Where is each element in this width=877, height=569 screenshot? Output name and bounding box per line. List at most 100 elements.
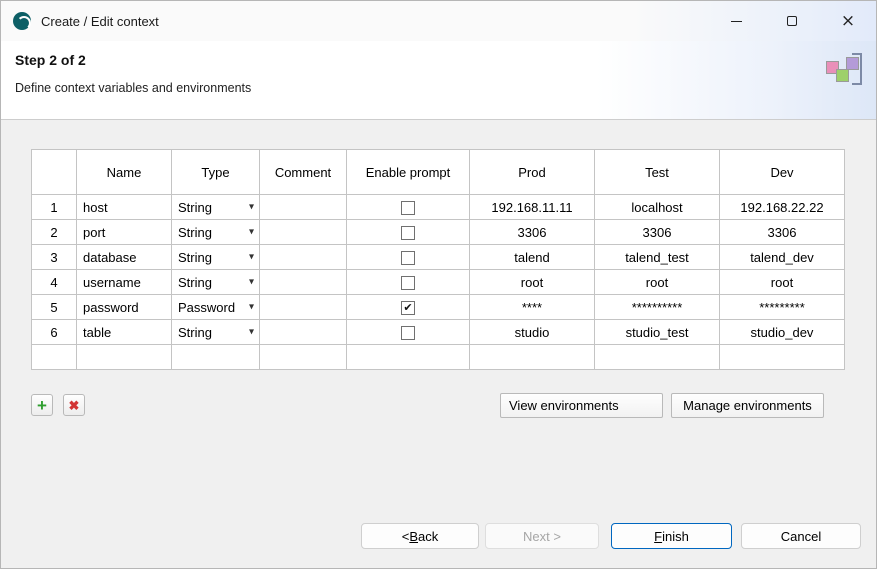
prod-value-cell[interactable]	[470, 345, 595, 370]
chevron-down-icon[interactable]: ▾	[249, 252, 254, 263]
prod-value-cell[interactable]: root	[470, 270, 595, 295]
chevron-down-icon[interactable]: ▾	[249, 302, 254, 313]
chevron-down-icon[interactable]: ▾	[249, 277, 254, 288]
type-dropdown-cell[interactable]: String ▾	[172, 245, 260, 270]
chevron-down-icon[interactable]: ▾	[249, 202, 254, 213]
window-controls: ×	[708, 1, 876, 41]
dev-value-cell[interactable]: talend_dev	[720, 245, 845, 270]
comment-cell[interactable]	[260, 220, 347, 245]
table-header-row: Name Type Comment Enable prompt Prod Tes…	[32, 150, 845, 195]
title-bar: Create / Edit context ×	[1, 1, 876, 41]
maximize-icon	[787, 16, 797, 26]
variable-name-cell[interactable]: port	[77, 220, 172, 245]
minimize-icon	[731, 21, 742, 22]
step-subtitle: Define context variables and environment…	[15, 81, 251, 95]
test-value-cell[interactable]	[595, 345, 720, 370]
enable-prompt-cell	[347, 220, 470, 245]
dev-value-cell[interactable]: studio_dev	[720, 320, 845, 345]
chevron-down-icon[interactable]: ▾	[249, 327, 254, 338]
manage-environments-button[interactable]: Manage environments	[671, 393, 824, 418]
test-value-cell[interactable]: **********	[595, 295, 720, 320]
prod-value-cell[interactable]: 192.168.11.11	[470, 195, 595, 220]
close-icon: ×	[841, 13, 855, 30]
prod-value-cell[interactable]: studio	[470, 320, 595, 345]
maximize-button[interactable]	[764, 1, 820, 41]
close-button[interactable]: ×	[820, 1, 876, 41]
variable-name-cell[interactable]: table	[77, 320, 172, 345]
row-number-cell: 2	[32, 220, 77, 245]
app-icon	[13, 12, 31, 30]
prod-value-cell[interactable]: ****	[470, 295, 595, 320]
enable-prompt-cell	[347, 195, 470, 220]
minimize-button[interactable]	[708, 1, 764, 41]
variable-name-cell[interactable]: host	[77, 195, 172, 220]
dev-value-cell[interactable]: 3306	[720, 220, 845, 245]
enable-prompt-checkbox[interactable]: ✔	[401, 301, 415, 315]
enable-prompt-checkbox[interactable]	[401, 251, 415, 265]
back-button[interactable]: < Back	[361, 523, 479, 549]
type-dropdown-cell[interactable]: String▾	[172, 195, 260, 220]
variable-name-cell[interactable]: database	[77, 245, 172, 270]
variable-name-cell[interactable]: username	[77, 270, 172, 295]
table-row: 2portString▾330633063306	[32, 220, 845, 245]
comment-cell[interactable]	[260, 320, 347, 345]
enable-prompt-checkbox[interactable]	[401, 226, 415, 240]
dev-value-cell[interactable]: 192.168.22.22	[720, 195, 845, 220]
row-number-cell: 3	[32, 245, 77, 270]
type-value: Password	[178, 300, 235, 315]
test-value-cell[interactable]: root	[595, 270, 720, 295]
dev-value-cell[interactable]: root	[720, 270, 845, 295]
enable-prompt-cell	[347, 270, 470, 295]
column-header-type: Type	[172, 150, 260, 195]
step-title: Step 2 of 2	[15, 52, 86, 68]
enable-prompt-cell	[347, 245, 470, 270]
next-button[interactable]: Next >	[485, 523, 599, 549]
window-title: Create / Edit context	[41, 14, 159, 29]
type-value: String	[178, 325, 212, 340]
comment-cell[interactable]	[260, 195, 347, 220]
context-variables-icon	[824, 51, 862, 89]
type-value: String	[178, 250, 212, 265]
test-value-cell[interactable]: localhost	[595, 195, 720, 220]
test-value-cell[interactable]: studio_test	[595, 320, 720, 345]
row-number-cell: 6	[32, 320, 77, 345]
type-dropdown-cell[interactable]: String ▾	[172, 320, 260, 345]
variable-name-cell[interactable]	[77, 345, 172, 370]
comment-cell[interactable]	[260, 345, 347, 370]
wizard-header: Step 2 of 2 Define context variables and…	[1, 41, 876, 120]
enable-prompt-checkbox[interactable]	[401, 276, 415, 290]
cancel-button[interactable]: Cancel	[741, 523, 861, 549]
table-row: 1hostString▾ 192.168.11.11localhost192.16…	[32, 195, 845, 220]
column-header-enable-prompt: Enable prompt	[347, 150, 470, 195]
type-dropdown-cell[interactable]: String▾	[172, 220, 260, 245]
dev-value-cell[interactable]	[720, 345, 845, 370]
test-value-cell[interactable]: talend_test	[595, 245, 720, 270]
dev-value-cell[interactable]: *********	[720, 295, 845, 320]
prod-value-cell[interactable]: 3306	[470, 220, 595, 245]
column-header-dev: Dev	[720, 150, 845, 195]
table-row	[32, 345, 845, 370]
type-value: String	[178, 275, 212, 290]
table-row: 4usernameString▾rootrootroot	[32, 270, 845, 295]
row-number-cell: 1	[32, 195, 77, 220]
row-number-cell: 5	[32, 295, 77, 320]
view-environments-button[interactable]: View environments	[500, 393, 663, 418]
add-variable-button[interactable]: +	[31, 394, 53, 416]
type-dropdown-cell[interactable]	[172, 345, 260, 370]
finish-button[interactable]: Finish	[611, 523, 732, 549]
comment-cell[interactable]	[260, 295, 347, 320]
enable-prompt-checkbox[interactable]	[401, 201, 415, 215]
remove-variable-button[interactable]: ✖	[63, 394, 85, 416]
comment-cell[interactable]	[260, 245, 347, 270]
enable-prompt-checkbox[interactable]	[401, 326, 415, 340]
type-dropdown-cell[interactable]: Password ▾	[172, 295, 260, 320]
variable-name-cell[interactable]: password	[77, 295, 172, 320]
plus-icon: +	[37, 397, 47, 414]
test-value-cell[interactable]: 3306	[595, 220, 720, 245]
delete-x-icon: ✖	[69, 399, 80, 412]
table-row: 6table String ▾ studiostudio_teststudio_dev	[32, 320, 845, 345]
chevron-down-icon[interactable]: ▾	[249, 227, 254, 238]
comment-cell[interactable]	[260, 270, 347, 295]
type-dropdown-cell[interactable]: String ▾	[172, 270, 260, 295]
prod-value-cell[interactable]: talend	[470, 245, 595, 270]
